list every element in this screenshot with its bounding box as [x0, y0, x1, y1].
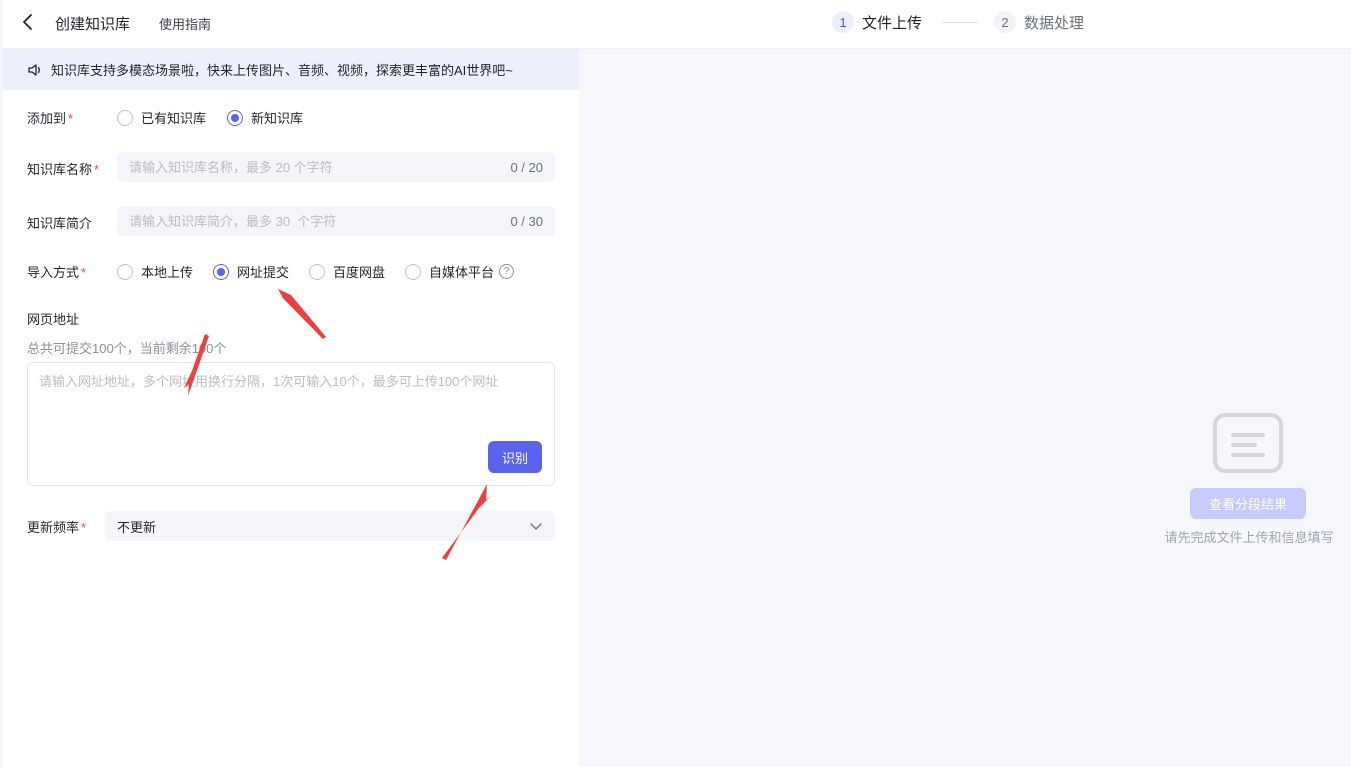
help-icon[interactable]: ? — [499, 264, 515, 279]
step-connector — [942, 22, 978, 23]
add-to-label: 添加到 * — [27, 111, 74, 126]
step-number: 1 — [832, 11, 854, 33]
kb-desc-label: 知识库简介 — [27, 216, 93, 231]
radio-local-upload[interactable]: 本地上传 — [117, 262, 193, 281]
notice-text: 知识库支持多模态场景啦，快来上传图片、音频、视频，探索更丰富的AI世界吧~ — [51, 63, 513, 78]
guide-link[interactable]: 使用指南 — [159, 14, 211, 33]
required-mark: * — [81, 520, 87, 535]
radio-label: 网址提交 — [237, 265, 290, 280]
radio-baidu-netdisk[interactable]: 百度网盘 — [309, 262, 385, 281]
back-arrow-icon[interactable] — [18, 11, 40, 33]
step-file-upload: 1 文件上传 — [832, 11, 922, 33]
preview-panel: 查看分段结果 请先完成文件上传和信息填写 — [579, 49, 1351, 767]
radio-circle[interactable] — [227, 109, 243, 126]
radio-new-kb[interactable]: 新知识库 — [227, 108, 303, 127]
radio-circle[interactable] — [117, 263, 133, 280]
import-method-label: 导入方式 * — [27, 265, 87, 280]
radio-label: 新知识库 — [251, 111, 304, 126]
update-freq-select[interactable]: 不更新 — [105, 511, 555, 541]
radio-label: 自媒体平台 — [429, 265, 495, 280]
empty-document-icon — [1213, 413, 1283, 473]
kb-desc-input[interactable] — [129, 213, 469, 229]
view-segment-results-button[interactable]: 查看分段结果 — [1190, 488, 1306, 519]
url-quota-text: 总共可提交100个，当前剩余100个 — [27, 341, 227, 356]
url-label: 网页地址 — [27, 312, 80, 327]
step-data-processing: 2 数据处理 — [994, 11, 1084, 33]
radio-circle[interactable] — [309, 263, 325, 280]
radio-circle[interactable] — [213, 263, 229, 280]
page-title: 创建知识库 — [55, 16, 131, 33]
kb-name-label: 知识库名称 * — [27, 162, 100, 177]
radio-circle[interactable] — [117, 109, 133, 126]
radio-self-media[interactable]: 自媒体平台 ? — [405, 262, 515, 281]
radio-label: 本地上传 — [141, 265, 194, 280]
radio-label: 已有知识库 — [141, 111, 207, 126]
required-mark: * — [94, 162, 100, 177]
radio-label: 百度网盘 — [333, 265, 386, 280]
notice-banner: 知识库支持多模态场景啦，快来上传图片、音频、视频，探索更丰富的AI世界吧~ — [3, 49, 579, 90]
speaker-icon — [28, 63, 40, 76]
step-number: 2 — [994, 11, 1016, 33]
radio-url-submit[interactable]: 网址提交 — [213, 262, 289, 281]
identify-button[interactable]: 识别 — [488, 441, 542, 473]
empty-hint: 请先完成文件上传和信息填写 — [1164, 530, 1334, 545]
kb-name-field[interactable]: 0 / 20 — [117, 152, 555, 182]
step-label: 文件上传 — [862, 14, 923, 32]
required-mark: * — [81, 265, 87, 280]
step-label: 数据处理 — [1024, 14, 1085, 32]
kb-desc-field[interactable]: 0 / 30 — [117, 206, 555, 236]
radio-existing-kb[interactable]: 已有知识库 — [117, 108, 206, 127]
update-freq-label: 更新频率 * — [27, 520, 87, 535]
radio-circle[interactable] — [405, 263, 421, 280]
char-counter: 0 / 20 — [510, 159, 543, 175]
top-header: 创建知识库 使用指南 1 文件上传 2 数据处理 — [0, 0, 1351, 49]
url-textarea-box: 识别 — [27, 362, 555, 486]
select-value: 不更新 — [117, 519, 157, 535]
chevron-down-icon[interactable] — [529, 519, 543, 533]
required-mark: * — [68, 111, 74, 126]
url-textarea[interactable] — [39, 371, 549, 431]
kb-name-input[interactable] — [129, 159, 469, 175]
char-counter: 0 / 30 — [510, 213, 543, 229]
form-panel: 知识库支持多模态场景啦，快来上传图片、音频、视频，探索更丰富的AI世界吧~ 添加… — [3, 49, 579, 767]
